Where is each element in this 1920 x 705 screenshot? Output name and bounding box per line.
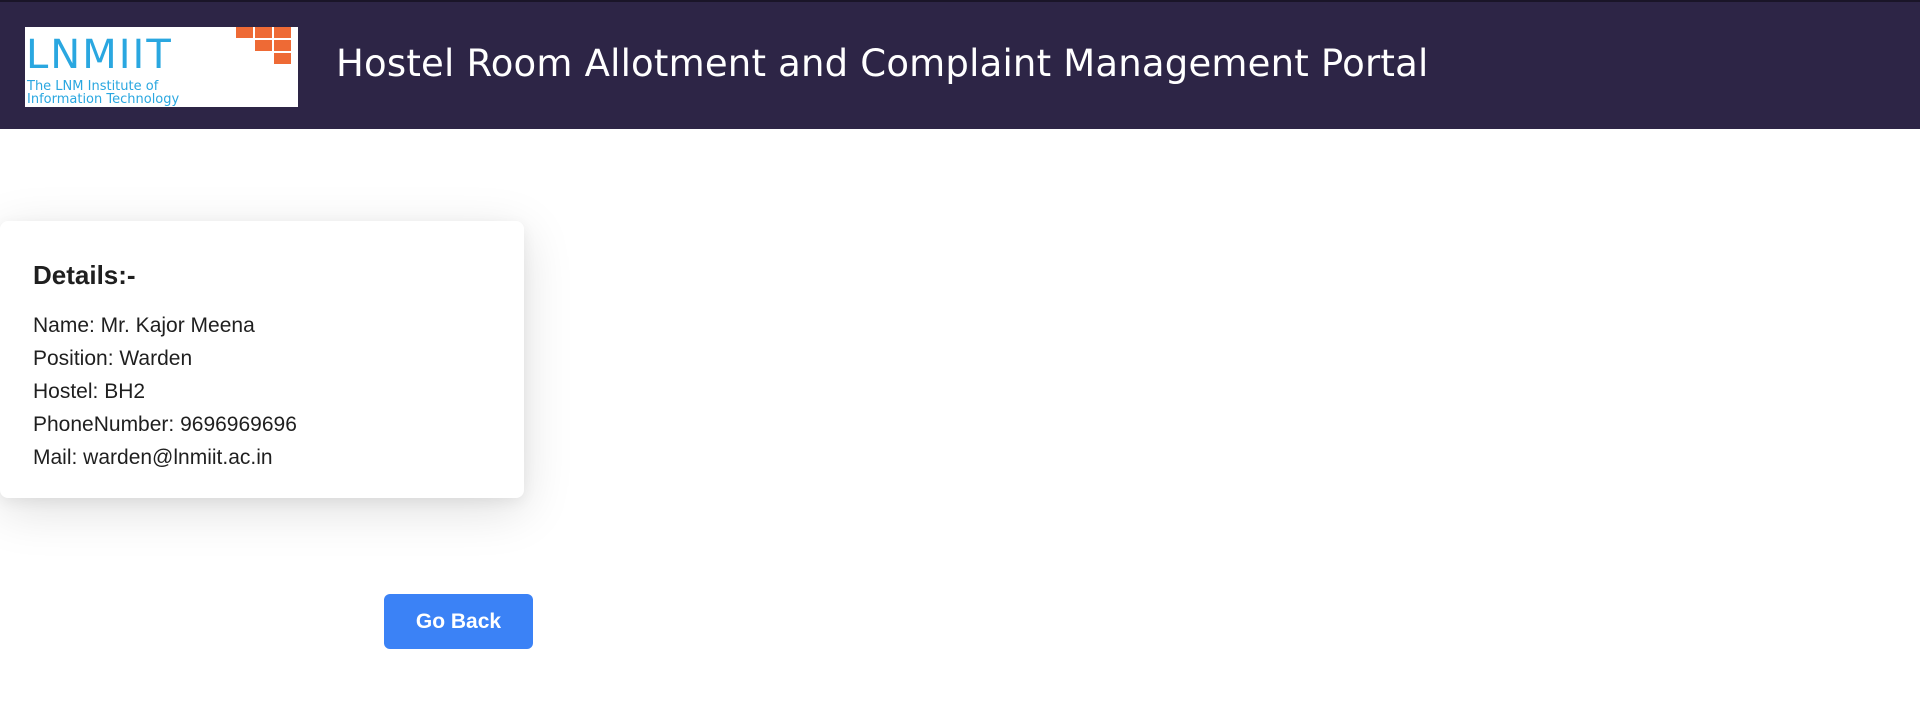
logo-wordmark: LNMIIT: [26, 32, 173, 78]
warden-details-card: Details:- Name: Mr. Kajor Meena Position…: [0, 221, 524, 498]
detail-position: Position: Warden: [33, 347, 193, 370]
detail-phone: PhoneNumber: 9696969696: [33, 413, 297, 436]
go-back-button[interactable]: Go Back: [384, 594, 533, 649]
top-navbar: LNMIIT The LNM Institute of Information …: [0, 0, 1920, 129]
lnmiit-logo: LNMIIT The LNM Institute of Information …: [25, 27, 298, 107]
logo-subtitle-line2: Information Technology: [27, 92, 180, 107]
detail-name: Name: Mr. Kajor Meena: [33, 314, 255, 337]
detail-mail: Mail: warden@lnmiit.ac.in: [33, 446, 273, 469]
details-heading: Details:-: [33, 260, 136, 290]
app-title: Hostel Room Allotment and Complaint Mana…: [336, 42, 1429, 85]
detail-hostel: Hostel: BH2: [33, 380, 146, 403]
